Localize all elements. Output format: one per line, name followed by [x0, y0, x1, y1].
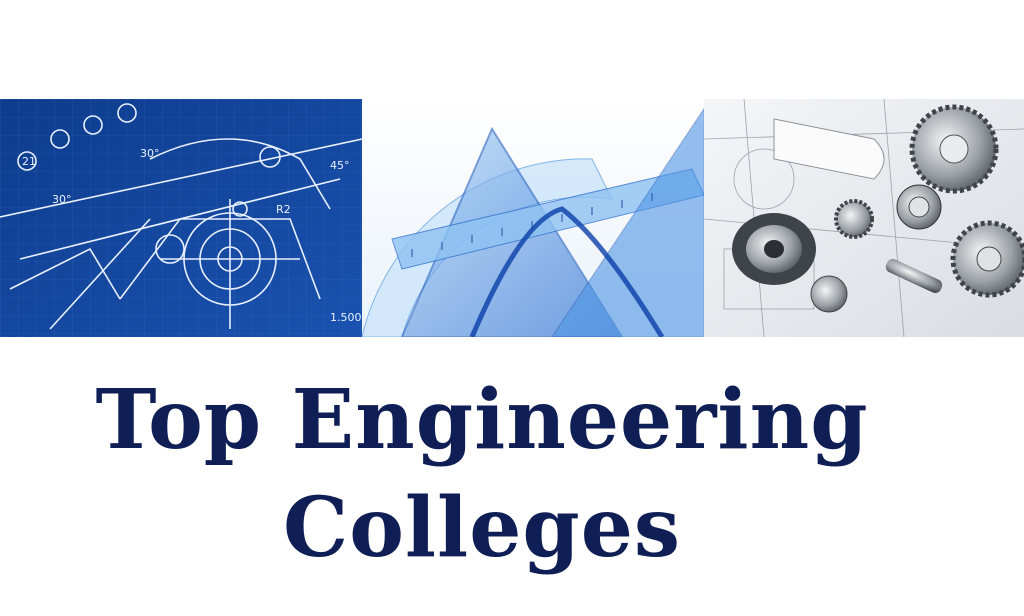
- svg-text:1.500: 1.500: [330, 311, 362, 324]
- blueprint-image: 21 30° 45° R2 1.500 30°: [0, 99, 362, 337]
- machine-parts-image: [704, 99, 1024, 337]
- svg-text:21: 21: [22, 155, 36, 168]
- svg-text:R2: R2: [276, 203, 291, 216]
- svg-text:30°: 30°: [52, 193, 72, 206]
- headline-line-1: Top Engineering: [95, 372, 869, 468]
- svg-text:45°: 45°: [330, 159, 350, 172]
- image-banner: 21 30° 45° R2 1.500 30°: [0, 99, 1024, 337]
- svg-text:30°: 30°: [140, 147, 160, 160]
- drafting-tools-image: [362, 99, 704, 337]
- headline-line-2: Colleges: [282, 480, 682, 576]
